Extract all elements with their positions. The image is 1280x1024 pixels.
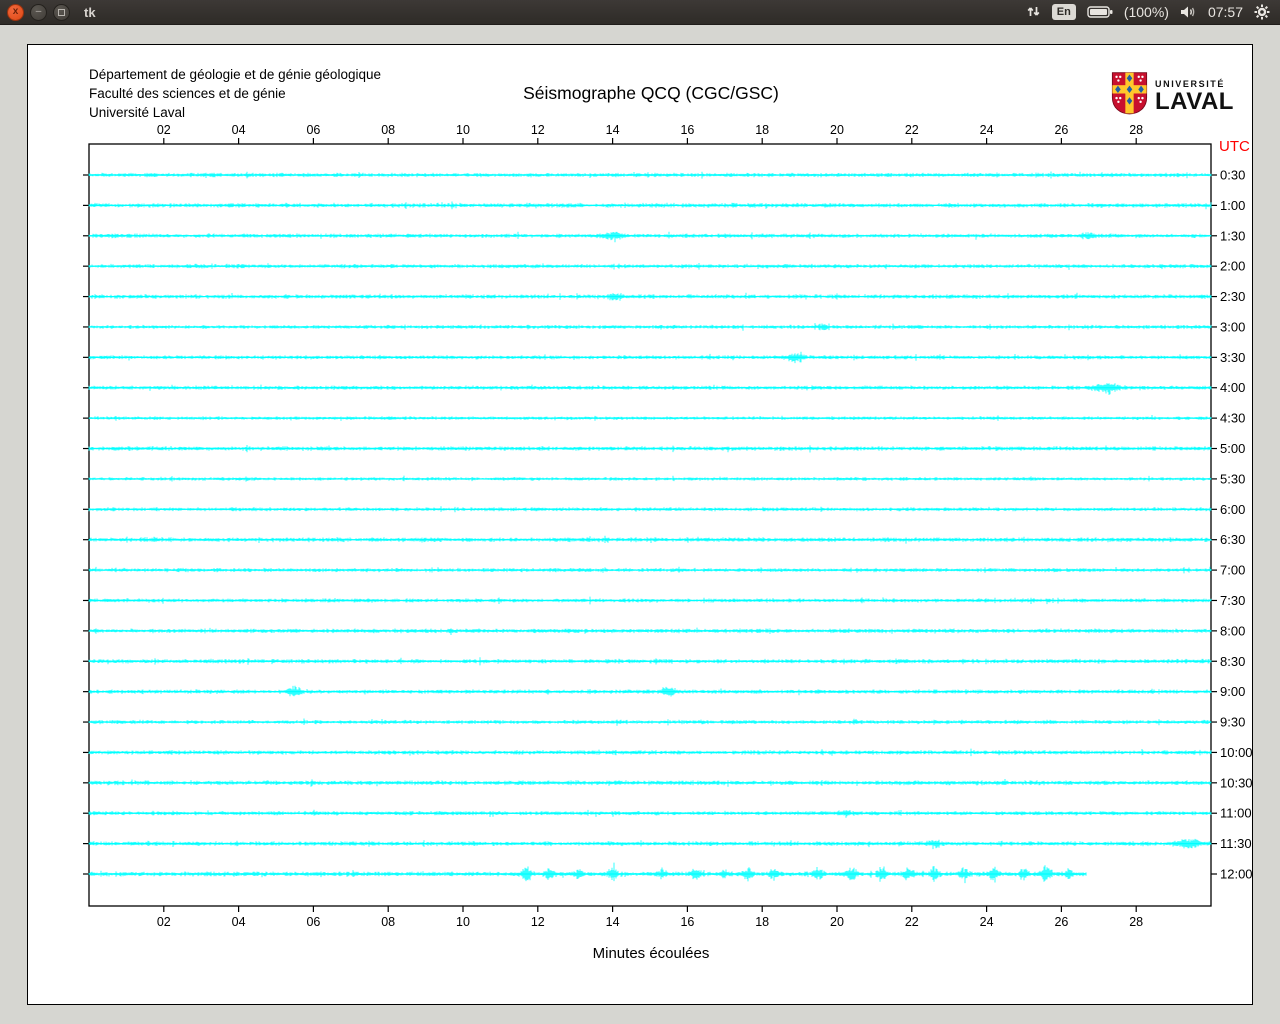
seismogram-trace <box>88 657 1212 666</box>
utc-time-label: 1:00 <box>1220 198 1245 213</box>
window-controls: x – <box>7 3 70 21</box>
utc-time-label: 2:00 <box>1220 259 1245 274</box>
utc-time-label: 5:00 <box>1220 441 1245 456</box>
x-tick-label-top: 28 <box>1129 123 1143 137</box>
x-tick-label-bottom: 12 <box>531 915 545 929</box>
x-tick-label-bottom: 06 <box>306 915 320 929</box>
utc-time-label: 9:00 <box>1220 684 1245 699</box>
utc-time-label: 4:00 <box>1220 380 1245 395</box>
utc-time-label: 1:30 <box>1220 228 1245 243</box>
plot-border <box>88 143 1212 907</box>
seismogram-trace <box>88 475 1212 482</box>
x-axis-title: Minutes écoulées <box>592 945 710 962</box>
x-tick-label-bottom: 16 <box>680 915 694 929</box>
utc-time-label: 2:30 <box>1220 289 1245 304</box>
x-tick-label-top: 08 <box>381 123 395 137</box>
x-tick-label-top: 04 <box>232 123 246 137</box>
utc-time-label: 4:30 <box>1220 411 1245 426</box>
seismogram-trace <box>88 838 1212 850</box>
x-tick-label-top: 20 <box>830 123 844 137</box>
seismogram-trace <box>88 506 1212 513</box>
utc-time-label: 7:30 <box>1220 593 1245 608</box>
close-icon[interactable]: x <box>7 3 24 21</box>
utc-time-label: 11:30 <box>1220 836 1252 851</box>
x-tick-label-bottom: 24 <box>980 915 994 929</box>
utc-time-label: 0:30 <box>1220 168 1245 183</box>
utc-time-label: 3:30 <box>1220 350 1245 365</box>
seismogram-trace <box>88 383 1212 395</box>
seismogram-trace <box>88 351 1212 364</box>
seismogram-trace <box>88 779 1212 787</box>
utc-time-label: 9:30 <box>1220 715 1245 730</box>
x-tick-label-top: 22 <box>905 123 919 137</box>
x-tick-label-top: 12 <box>531 123 545 137</box>
seismogram-trace <box>88 718 1212 726</box>
seismogram-trace <box>88 263 1212 270</box>
x-tick-label-bottom: 28 <box>1129 915 1143 929</box>
volume-icon[interactable] <box>1180 5 1197 19</box>
utc-time-label: 11:00 <box>1220 806 1252 821</box>
x-tick-label-top: 18 <box>755 123 769 137</box>
utc-time-label: 10:00 <box>1220 745 1252 760</box>
x-tick-label-bottom: 18 <box>755 915 769 929</box>
x-tick-label-top: 24 <box>980 123 994 137</box>
gear-icon[interactable] <box>1254 4 1270 20</box>
keyboard-layout-badge[interactable]: En <box>1051 3 1076 21</box>
updown-arrows-icon[interactable] <box>1026 4 1041 19</box>
x-tick-label-bottom: 04 <box>232 915 246 929</box>
seismogram-trace <box>88 535 1212 544</box>
top-panel: x – tk En (100%) 07:57 <box>0 0 1280 25</box>
seismogram-trace <box>88 171 1212 179</box>
utc-time-label: 6:30 <box>1220 532 1245 547</box>
indicator-area: En (100%) 07:57 <box>1026 3 1270 21</box>
x-tick-label-bottom: 14 <box>606 915 620 929</box>
x-tick-label-top: 16 <box>680 123 694 137</box>
utc-time-label: 7:00 <box>1220 563 1245 578</box>
seismogram-trace <box>88 292 1212 301</box>
seismogram-trace <box>88 415 1212 421</box>
seismogram-trace <box>88 596 1212 605</box>
seismogram-trace <box>88 323 1212 331</box>
utc-time-label: 8:30 <box>1220 654 1245 669</box>
seismograph-window: Département de géologie et de génie géol… <box>27 44 1253 1005</box>
maximize-icon[interactable] <box>53 3 70 21</box>
desktop: { "topbar": { "window_title": "tk", "clo… <box>0 0 1280 1024</box>
x-tick-label-bottom: 02 <box>157 915 171 929</box>
battery-percent[interactable]: (100%) <box>1124 4 1169 20</box>
seismogram-trace <box>88 445 1212 453</box>
seismogram-trace <box>88 201 1212 210</box>
x-tick-label-bottom: 10 <box>456 915 470 929</box>
battery-icon[interactable] <box>1087 5 1113 19</box>
utc-time-label: 6:00 <box>1220 502 1245 517</box>
seismogram-trace <box>88 685 1212 697</box>
x-tick-label-top: 26 <box>1054 123 1068 137</box>
utc-axis-label: UTC <box>1219 138 1250 155</box>
x-tick-label-bottom: 20 <box>830 915 844 929</box>
utc-time-label: 5:30 <box>1220 471 1245 486</box>
seismogram-trace <box>88 566 1212 574</box>
utc-time-label: 10:30 <box>1220 775 1252 790</box>
seismogram-trace <box>88 748 1212 757</box>
x-tick-label-bottom: 08 <box>381 915 395 929</box>
seismogram-plot: 02 02 04 04 06 06 08 08 10 10 12 12 14 14 16 16 18 18 20 20… <box>83 123 1252 929</box>
seismogram-trace <box>88 809 1212 818</box>
x-tick-label-top: 02 <box>157 123 171 137</box>
utc-time-label: 8:00 <box>1220 623 1245 638</box>
minimize-icon[interactable]: – <box>30 3 47 21</box>
x-tick-label-bottom: 22 <box>905 915 919 929</box>
utc-time-label: 12:00 <box>1220 867 1252 882</box>
seismogram-trace <box>88 862 1087 884</box>
x-tick-label-top: 10 <box>456 123 470 137</box>
seismogram-trace <box>88 231 1212 243</box>
x-tick-label-top: 06 <box>306 123 320 137</box>
utc-time-label: 3:00 <box>1220 319 1245 334</box>
window-title: tk <box>84 4 96 20</box>
x-tick-label-bottom: 26 <box>1054 915 1068 929</box>
x-tick-label-top: 14 <box>606 123 620 137</box>
clock[interactable]: 07:57 <box>1208 4 1243 20</box>
seismogram-trace <box>88 627 1212 635</box>
